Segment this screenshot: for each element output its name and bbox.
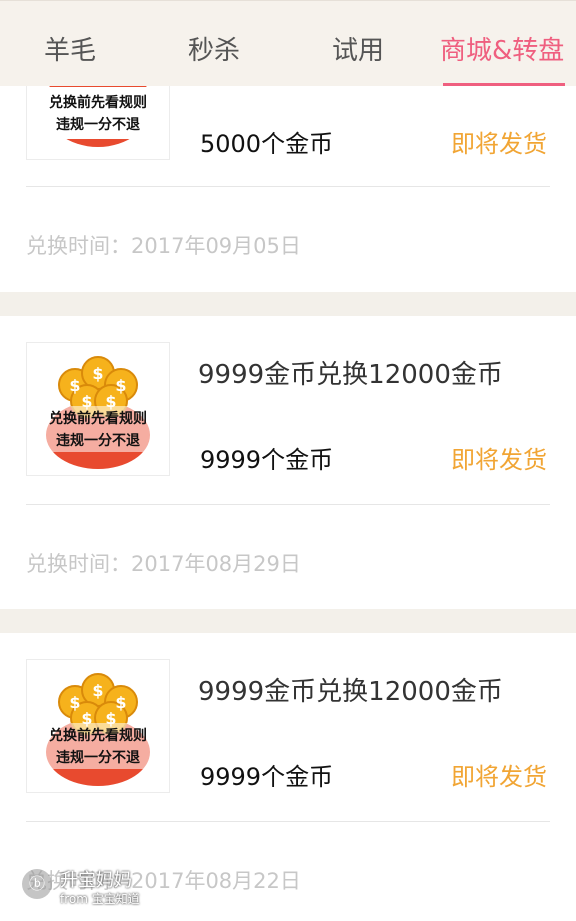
svg-text:$: $ xyxy=(69,376,80,395)
divider xyxy=(26,186,550,187)
divider xyxy=(26,504,550,505)
tab-bar: 羊毛 秒杀 试用 商城&转盘 xyxy=(0,0,576,86)
watermark-logo-icon: ⓑ xyxy=(22,869,52,899)
order-title: 9999金币兑换12000金币 xyxy=(198,677,503,707)
order-card[interactable]: $ $ $ $ $ 兑换前先看规则 违规一分不退 9999金币兑换12000金币… xyxy=(0,316,576,609)
image-text-rule: 兑换前先看规则 xyxy=(49,410,147,427)
image-text-warning: 违规一分不退 xyxy=(56,749,140,766)
svg-text:$: $ xyxy=(115,693,126,712)
svg-text:$: $ xyxy=(92,681,103,700)
tab-shiyong[interactable]: 试用 xyxy=(332,29,384,73)
divider xyxy=(26,821,550,822)
order-time: 兑换时间：2017年08月29日 xyxy=(26,552,301,576)
svg-text:$: $ xyxy=(69,693,80,712)
image-text-rule: 兑换前先看规则 xyxy=(49,94,147,111)
tab-miaosha[interactable]: 秒杀 xyxy=(188,29,240,73)
svg-text:$: $ xyxy=(92,364,103,383)
image-text-warning: 违规一分不退 xyxy=(56,432,140,449)
watermark-source: from 宝宝知道 xyxy=(60,892,140,906)
coin-bag-image: $ $ $ $ $ 兑换前先看规则 违规一分不退 xyxy=(26,659,170,793)
order-status: 即将发货 xyxy=(451,446,547,474)
order-price: 9999个金币 xyxy=(200,446,334,474)
order-time: 兑换时间：2017年09月05日 xyxy=(26,234,301,258)
order-price: 5000个金币 xyxy=(200,130,334,158)
order-title: 9999金币兑换12000金币 xyxy=(198,360,503,390)
coin-pot-illustration: $ $ $ $ $ 兑换前先看规则 违规一分不退 xyxy=(35,673,161,786)
svg-text:$: $ xyxy=(115,376,126,395)
coin-bag-image: $ $ $ $ $ 兑换前先看规则 违规一分不退 xyxy=(26,342,170,476)
order-status: 即将发货 xyxy=(451,130,547,158)
tab-shop-and-wheel[interactable]: 商城&转盘 xyxy=(440,29,564,73)
tab-yangmao[interactable]: 羊毛 xyxy=(44,29,96,73)
watermark-name: 升宝妈妈 xyxy=(60,870,132,891)
coin-pot-illustration: $ $ $ $ $ 兑换前先看规则 违规一分不退 xyxy=(35,356,161,469)
order-price: 9999个金币 xyxy=(200,763,334,791)
image-text-rule: 兑换前先看规则 xyxy=(49,727,147,744)
image-text-warning: 违规一分不退 xyxy=(56,116,140,133)
order-status: 即将发货 xyxy=(451,763,547,791)
active-tab-indicator xyxy=(443,83,565,86)
